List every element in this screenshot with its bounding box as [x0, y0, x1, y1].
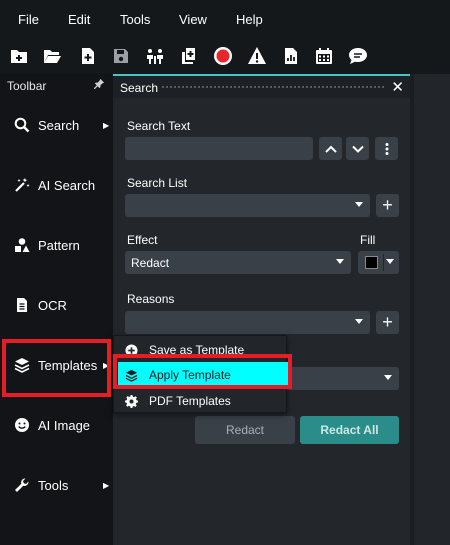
add-search-list-button[interactable]: + [376, 194, 399, 217]
reasons-select[interactable] [125, 311, 370, 334]
search-icon [13, 117, 30, 134]
menu-help[interactable]: Help [236, 12, 263, 27]
sidebar-item-ai-search[interactable]: AI Search [0, 165, 113, 205]
add-reason-button[interactable]: + [376, 311, 399, 334]
fill-label: Fill [360, 233, 376, 247]
sidebar-item-label: OCR [38, 297, 67, 313]
search-panel: Search ✕ Search Text Search List + Effec… [113, 74, 410, 545]
dropdown-arrow-icon [355, 319, 363, 324]
menu-tools[interactable]: Tools [120, 12, 150, 27]
gear-icon [124, 394, 138, 408]
right-panel [410, 74, 450, 545]
effect-label: Effect [127, 233, 158, 247]
sidebar-item-label: Pattern [38, 237, 80, 253]
icon-toolbar [0, 38, 450, 74]
calendar-icon[interactable] [313, 45, 335, 67]
annotation-highlight-apply-template [113, 354, 292, 389]
report-icon[interactable] [280, 45, 302, 67]
smiley-icon [13, 417, 30, 434]
copy-add-icon[interactable] [178, 45, 200, 67]
redact-button[interactable]: Redact [195, 416, 295, 444]
drag-handle[interactable] [161, 85, 386, 89]
dropdown-arrow-icon [336, 259, 344, 264]
chevron-right-icon: ▶ [103, 480, 110, 490]
close-icon[interactable]: ✕ [391, 78, 404, 96]
dropdown-arrow-icon [355, 202, 363, 207]
menu-item-pdf-templates[interactable]: PDF Templates [114, 388, 288, 414]
menu-view[interactable]: View [179, 12, 207, 27]
pin-icon[interactable] [94, 78, 105, 92]
sidebar-item-ai-image[interactable]: AI Image [0, 405, 113, 445]
new-file-icon[interactable] [8, 45, 30, 67]
open-folder-icon[interactable] [41, 45, 63, 67]
menu-edit[interactable]: Edit [68, 12, 90, 27]
sidebar-item-label: AI Image [38, 417, 91, 433]
reasons-label: Reasons [127, 292, 175, 306]
sidebar-item-tools[interactable]: Tools ▶ [0, 465, 113, 505]
add-page-icon[interactable] [77, 45, 99, 67]
search-list-label: Search List [127, 176, 188, 190]
search-panel-header[interactable]: Search ✕ [113, 76, 410, 98]
menu-bar: File Edit Tools View Help [0, 0, 450, 38]
toolbar-panel-title: Toolbar [7, 79, 47, 93]
search-text-input[interactable] [125, 137, 313, 160]
redact-all-button[interactable]: Redact All [300, 416, 399, 444]
effect-select[interactable]: Redact [125, 251, 351, 274]
more-options-icon[interactable] [375, 137, 398, 160]
chevron-up-icon[interactable] [319, 137, 342, 160]
fill-color-picker[interactable] [358, 251, 399, 274]
comment-icon[interactable] [347, 45, 369, 67]
sidebar-item-label: AI Search [38, 177, 96, 193]
annotation-highlight-templates [2, 339, 111, 397]
fill-color-swatch [365, 256, 378, 269]
dropdown-arrow-icon [386, 259, 394, 264]
sidebar-item-label: Tools [38, 477, 69, 493]
sidebar-item-label: Search [38, 117, 80, 133]
save-icon[interactable] [110, 45, 132, 67]
record-icon[interactable] [212, 45, 234, 67]
sidebar-item-ocr[interactable]: OCR [0, 285, 113, 325]
warning-icon[interactable] [246, 45, 268, 67]
search-text-label: Search Text [127, 119, 191, 133]
sidebar-item-pattern[interactable]: Pattern [0, 225, 113, 265]
magic-wand-icon [13, 177, 30, 194]
search-list-select[interactable] [125, 194, 370, 217]
chevron-right-icon: ▶ [103, 120, 110, 130]
toolbar-panel: Toolbar Search ▶ AI Search Pattern OCR T… [0, 74, 113, 545]
document-icon [13, 297, 30, 314]
shapes-icon [13, 237, 30, 254]
wrench-icon [13, 477, 30, 494]
dropdown-arrow-icon [384, 375, 392, 380]
sidebar-item-search[interactable]: Search ▶ [0, 105, 113, 145]
menu-item-label: PDF Templates [149, 394, 231, 408]
search-panel-title: Search [120, 81, 159, 95]
menu-file[interactable]: File [18, 12, 39, 27]
chevron-down-icon[interactable] [346, 137, 369, 160]
compare-icon[interactable] [144, 45, 166, 67]
